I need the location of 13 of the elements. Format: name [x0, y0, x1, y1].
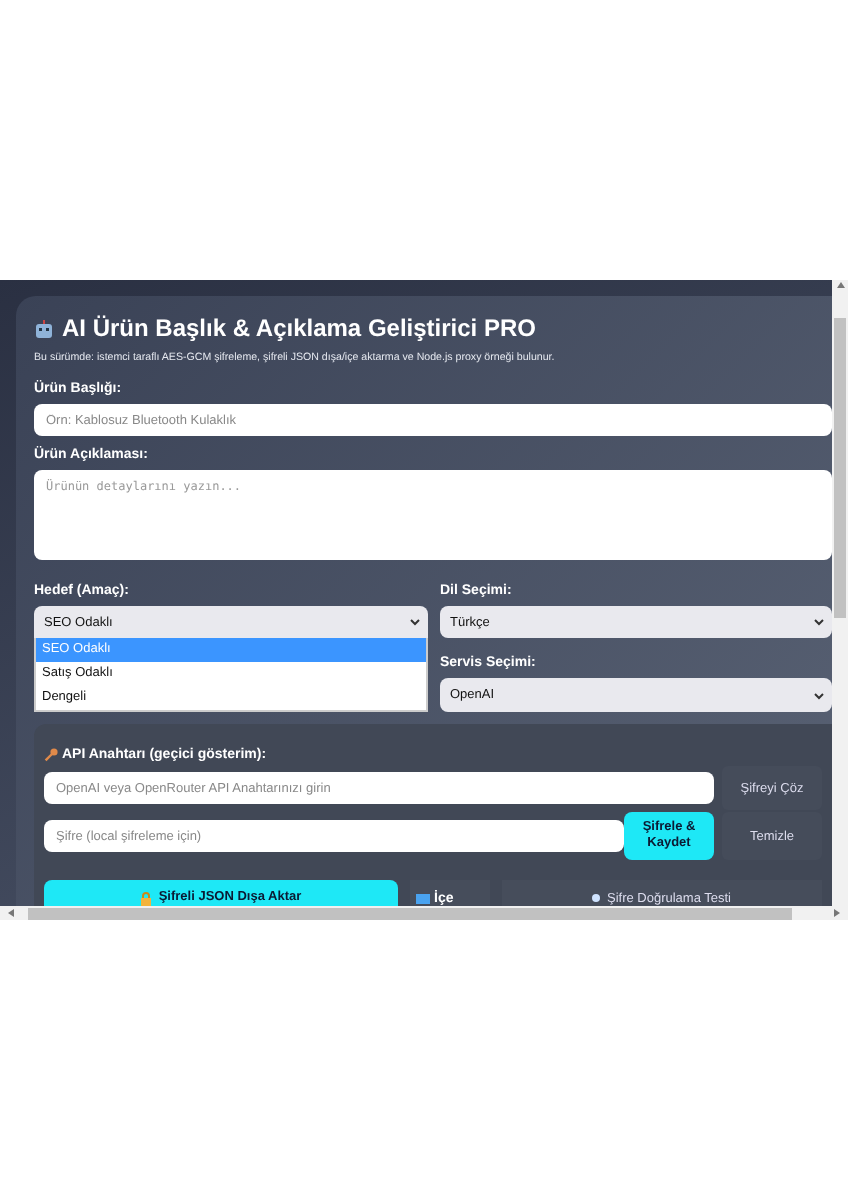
- vertical-scrollbar[interactable]: [832, 280, 848, 906]
- arrow-icon[interactable]: [6, 908, 16, 918]
- caret-icon: [410, 618, 420, 626]
- dot-icon: [592, 894, 601, 902]
- robot-icon: [34, 319, 54, 337]
- arrow-icon[interactable]: [835, 280, 845, 290]
- lock-icon: [140, 891, 153, 905]
- key-icon: [44, 748, 58, 762]
- horizontal-scrollbar[interactable]: [0, 906, 848, 920]
- app-title: AI Ürün Başlık & Açıklama Geliştirici PRO: [62, 314, 536, 342]
- caret-icon: [814, 691, 824, 699]
- arrow-icon[interactable]: [832, 908, 842, 918]
- caret-icon: [814, 618, 824, 626]
